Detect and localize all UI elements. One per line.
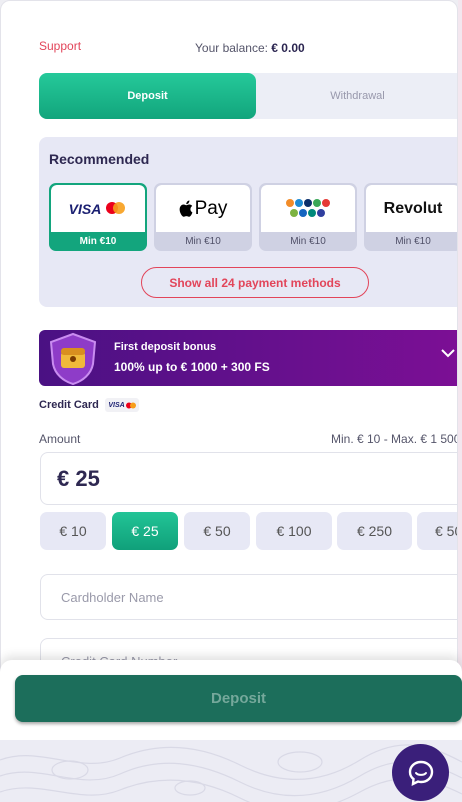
amount-input[interactable]: € 25 <box>40 452 457 505</box>
method-revolut[interactable]: Revolut Min €10 <box>364 183 457 251</box>
balance-display: Your balance: € 0.00 <box>195 41 305 55</box>
amount-limits: Min. € 10 - Max. € 1 500 <box>331 432 458 446</box>
revolut-logo: Revolut <box>366 185 457 232</box>
method-min: Min €10 <box>395 236 431 247</box>
method-min: Min €10 <box>185 236 221 247</box>
deposit-button[interactable]: Deposit <box>15 675 462 722</box>
visa-wordmark-small: VISA <box>108 401 125 409</box>
show-all-methods-button[interactable]: Show all 24 payment methods <box>141 267 369 298</box>
apple-icon <box>179 200 193 217</box>
tab-deposit[interactable]: Deposit <box>39 73 256 119</box>
bonus-title: First deposit bonus <box>114 341 217 353</box>
balance-label: Your balance: <box>195 41 268 55</box>
tab-bar: Deposit Withdrawal <box>39 73 457 119</box>
amount-chip-10[interactable]: € 10 <box>40 512 106 550</box>
amount-chip-50[interactable]: € 50 <box>184 512 250 550</box>
cardholder-name-field[interactable]: Cardholder Name <box>40 574 457 620</box>
apple-pay-text: Pay <box>194 197 228 219</box>
bonus-subtitle: 100% up to € 1000 + 300 FS <box>114 360 270 374</box>
method-bank-transfer[interactable]: Min €10 <box>259 183 357 251</box>
amount-chip-250[interactable]: € 250 <box>337 512 412 550</box>
visa-wordmark: VISA <box>68 200 102 217</box>
revolut-text: Revolut <box>383 199 443 217</box>
recommended-section: Recommended VISA Min €10 Pay Min €10 Min… <box>39 137 457 307</box>
method-min: Min €10 <box>290 236 326 247</box>
amount-chip-500[interactable]: € 500 <box>417 512 457 550</box>
method-visa-mastercard[interactable]: VISA Min €10 <box>49 183 147 251</box>
chevron-down-icon <box>441 349 455 358</box>
chat-icon <box>408 760 433 786</box>
apple-pay-logo: Pay <box>156 185 250 232</box>
visa-mastercard-logo: VISA <box>51 185 145 232</box>
amount-chip-25[interactable]: € 25 <box>112 512 178 550</box>
amount-label: Amount <box>39 432 81 446</box>
method-apple-pay[interactable]: Pay Min €10 <box>154 183 252 251</box>
footer-bar: Deposit <box>0 660 462 740</box>
recommended-title: Recommended <box>49 151 150 167</box>
chat-button[interactable] <box>392 744 449 801</box>
credit-card-label: Credit Card <box>39 399 99 411</box>
tab-withdrawal[interactable]: Withdrawal <box>256 73 457 119</box>
bank-logos-icon <box>261 185 355 232</box>
treasure-shield-icon <box>49 332 97 386</box>
mastercard-icon <box>106 201 126 214</box>
amount-chip-100[interactable]: € 100 <box>256 512 332 550</box>
visa-mastercard-small-icon: VISA <box>105 398 139 412</box>
method-min: Min €10 <box>79 236 117 247</box>
balance-value: € 0.00 <box>271 41 305 55</box>
support-link[interactable]: Support <box>39 39 81 53</box>
first-deposit-bonus-banner[interactable]: First deposit bonus 100% up to € 1000 + … <box>39 330 457 386</box>
